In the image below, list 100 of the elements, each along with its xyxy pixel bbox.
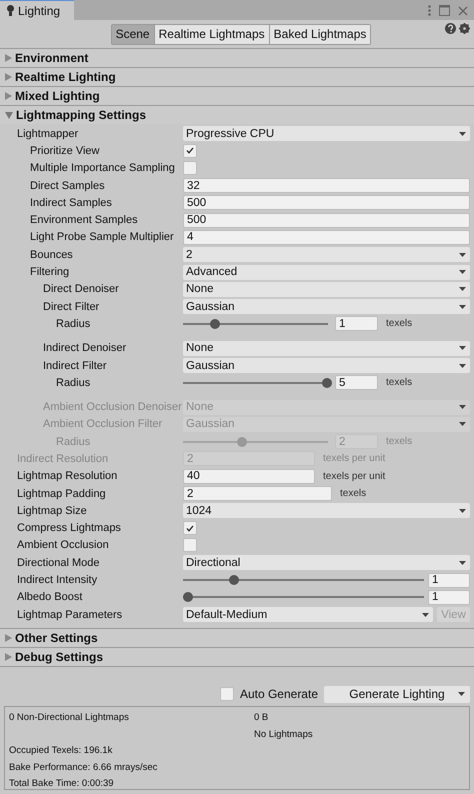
section-title: Mixed Lighting (15, 89, 100, 103)
property-label: Lightmapper (17, 128, 78, 140)
property-label: Lightmap Size (17, 504, 87, 517)
help-icon (445, 23, 456, 34)
dropdown[interactable]: None (183, 340, 470, 356)
section-header[interactable]: Lightmapping Settings (0, 105, 474, 124)
tab[interactable]: Scene (112, 24, 154, 44)
section-title: Realtime Lighting (15, 70, 116, 84)
caret-icon (459, 287, 466, 292)
checkbox-label: Auto Generate (240, 687, 318, 702)
property-label: Radius (56, 436, 90, 448)
checkbox[interactable] (183, 161, 197, 176)
dropdown[interactable]: None (183, 282, 470, 297)
property-label: Ambient Occlusion Denoiser (43, 401, 182, 414)
triangle-down-icon (5, 112, 13, 118)
caret-icon (459, 364, 466, 368)
dropdown[interactable]: Directional (183, 555, 470, 570)
dropdown[interactable]: Advanced (183, 264, 470, 280)
triangle-right-icon (5, 653, 12, 662)
input-field[interactable]: 1 (335, 316, 378, 332)
section-header[interactable]: Realtime Lighting (0, 67, 474, 86)
window-tab[interactable]: Lighting (0, 0, 74, 20)
input-field[interactable]: 40 (183, 468, 315, 484)
unit-label: texels (340, 488, 366, 500)
generate-button[interactable]: Generate Lighting (324, 686, 470, 703)
stat-text: Total Bake Time: 0:00:39 (9, 778, 115, 790)
caret-icon (459, 560, 466, 565)
section-header[interactable]: Debug Settings (0, 647, 474, 666)
tab[interactable]: Realtime Lightmaps (154, 24, 269, 44)
property-label: Filtering (30, 266, 70, 278)
property-label: Lightmap Resolution (17, 470, 118, 482)
checkbox[interactable] (183, 144, 197, 158)
unit-label: texels (386, 436, 412, 448)
caret-icon (459, 508, 466, 513)
dropdown[interactable]: Default-Medium (183, 607, 433, 622)
property-label: Radius (56, 318, 90, 330)
unit-label: texels (386, 377, 412, 388)
caret-icon (459, 132, 466, 136)
unit-label: texels (386, 318, 412, 330)
stat-text: No Lightmaps (254, 728, 314, 740)
property-label: Multiple Importance Sampling (30, 162, 175, 174)
settings-icon (459, 23, 470, 34)
caret-icon (459, 252, 466, 257)
input-field[interactable]: 1 (428, 590, 470, 605)
caret-icon (459, 270, 466, 274)
section-header[interactable]: Mixed Lighting (0, 86, 474, 105)
dropdown[interactable]: 1024 (183, 503, 470, 518)
checkbox[interactable] (183, 521, 197, 536)
caret-icon (459, 405, 466, 410)
property-label: Indirect Denoiser (43, 342, 126, 354)
caret-icon (422, 612, 429, 617)
stat-text: Bake Performance: 6.66 mrays/sec (9, 762, 158, 773)
property-label: Lightmap Padding (17, 488, 106, 500)
triangle-right-icon (5, 92, 12, 100)
property-label: Lightmap Parameters (17, 608, 122, 621)
slider-thumb[interactable] (182, 592, 193, 602)
section-title: Environment (15, 51, 88, 65)
property-label: Albedo Boost (17, 591, 82, 604)
property-label: Directional Mode (17, 556, 100, 569)
triangle-right-icon (5, 634, 12, 642)
slider-thumb[interactable] (210, 318, 220, 329)
section-title: Debug Settings (15, 650, 104, 664)
section-header[interactable]: Other Settings (0, 628, 474, 648)
property-label: Direct Denoiser (43, 283, 119, 296)
input-field[interactable]: 500 (183, 212, 470, 228)
input-field[interactable]: 1 (428, 572, 470, 588)
property-label: Indirect Samples (30, 196, 112, 209)
checkbox[interactable] (183, 538, 197, 552)
dropdown[interactable]: 2 (183, 247, 470, 262)
slider-thumb[interactable] (322, 378, 332, 388)
property-label: Ambient Occlusion (17, 539, 109, 552)
slider-thumb[interactable] (228, 575, 239, 586)
checkbox[interactable] (220, 687, 234, 702)
close-icon (458, 6, 468, 16)
property-label: Direct Samples (30, 180, 105, 192)
input-field[interactable]: 5 (335, 375, 378, 390)
stat-text: Occupied Texels: 196.1k (9, 745, 114, 756)
property-label: Compress Lightmaps (17, 522, 121, 534)
input-field[interactable]: 2 (183, 486, 332, 502)
unit-label: texels per unit (323, 470, 386, 482)
input-field[interactable]: 4 (183, 230, 470, 245)
tab[interactable]: Baked Lightmaps (268, 24, 370, 44)
more-icon (428, 5, 431, 16)
dropdown[interactable]: Gaussian (183, 299, 470, 314)
property-label: Indirect Filter (43, 360, 107, 372)
caret-icon (459, 304, 466, 309)
lightbulb-icon (7, 5, 14, 16)
section-title: Lightmapping Settings (16, 108, 146, 122)
stat-text: 0 Non-Directional Lightmaps (9, 712, 130, 724)
property-label: Indirect Intensity (17, 574, 98, 586)
caret-icon (459, 346, 466, 350)
input-field[interactable]: 32 (183, 178, 470, 194)
property-label: Environment Samples (30, 214, 138, 226)
property-label: Bounces (30, 248, 73, 261)
triangle-right-icon (5, 54, 12, 62)
unit-label: texels per unit (323, 453, 386, 464)
dropdown[interactable]: Gaussian (183, 358, 470, 373)
maximize-icon (439, 5, 450, 16)
input-field[interactable]: 500 (183, 195, 470, 210)
dropdown[interactable]: Progressive CPU (183, 126, 470, 142)
